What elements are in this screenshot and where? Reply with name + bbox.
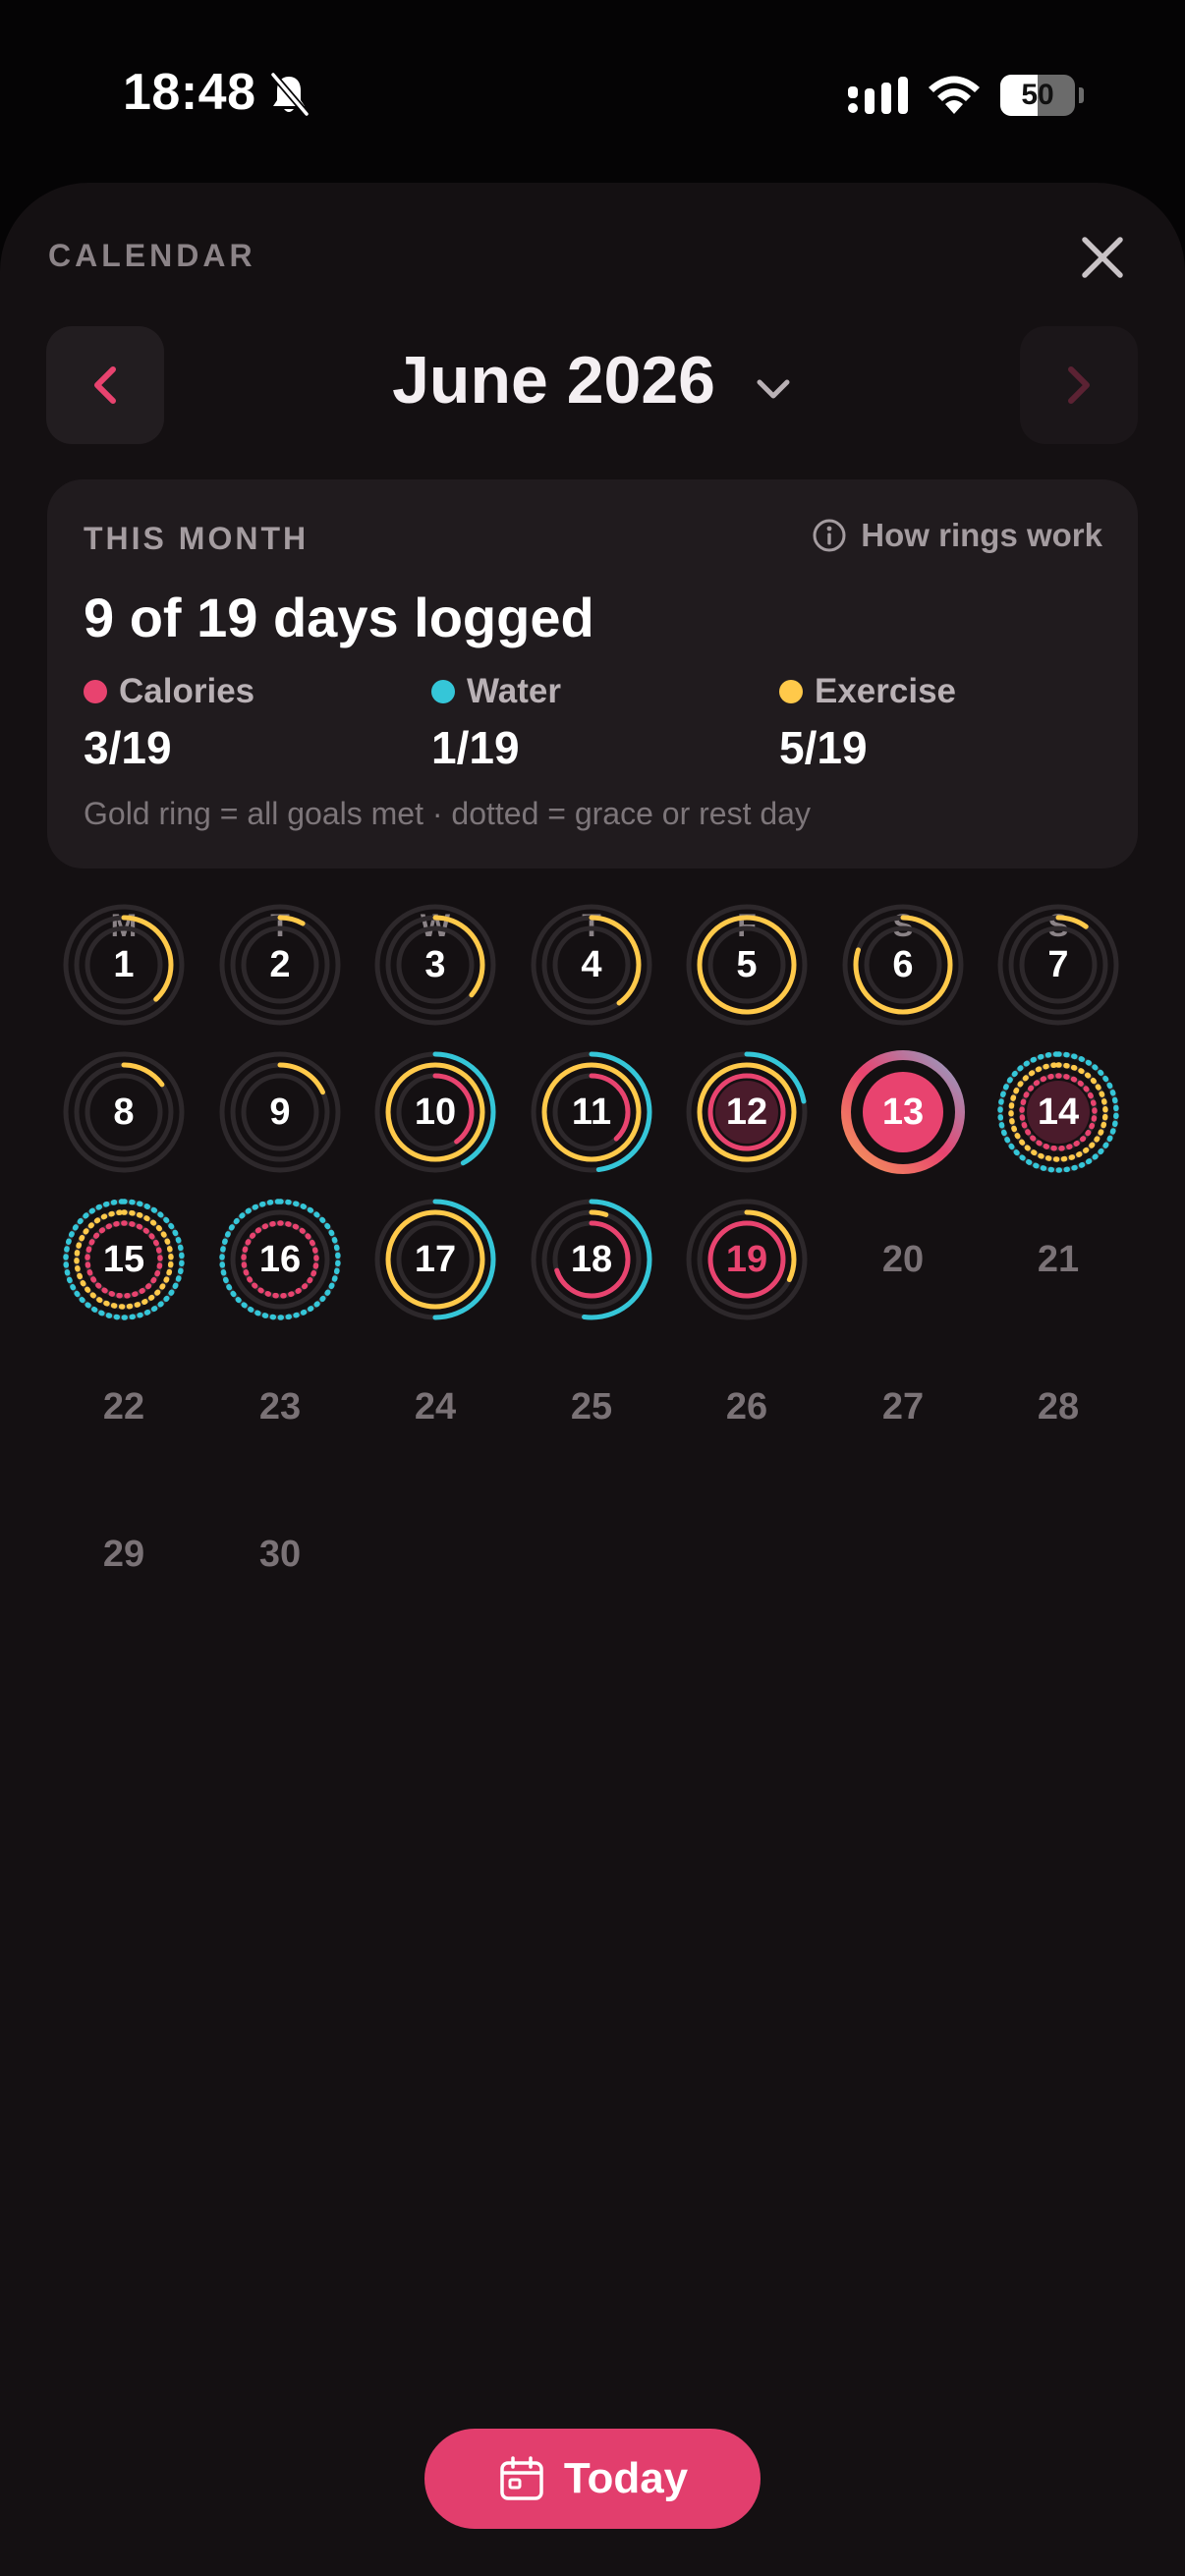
next-month-button[interactable] <box>1020 326 1138 444</box>
day-number: 15 <box>102 1239 145 1280</box>
calendar-day-23: 23 <box>216 1343 344 1471</box>
metric-exercise: Exercise 5/19 <box>779 672 957 773</box>
month-label: June 2026 <box>392 343 715 418</box>
cellular-signal-icon <box>847 77 910 121</box>
close-button[interactable] <box>1075 230 1130 285</box>
calendar-day-9[interactable]: 9 <box>216 1048 344 1176</box>
day-number: 8 <box>113 1092 135 1133</box>
calendar-day-27: 27 <box>839 1343 967 1471</box>
status-time: 18:48 <box>123 64 256 121</box>
calendar-day-28: 28 <box>994 1343 1122 1471</box>
metric-water: Water 1/19 <box>431 672 561 773</box>
summary-note: Gold ring = all goals met · dotted = gra… <box>84 796 811 831</box>
month-summary-card: THIS MONTH How rings work 9 of 19 days l… <box>47 479 1138 868</box>
day-number: 25 <box>570 1386 613 1428</box>
day-number: 28 <box>1037 1386 1080 1428</box>
day-number: 20 <box>881 1239 925 1280</box>
wifi-icon <box>926 71 983 121</box>
summary-headline: 9 of 19 days logged <box>84 587 594 648</box>
bell-muted-icon <box>267 71 310 123</box>
calendar-day-25: 25 <box>528 1343 655 1471</box>
calendar-sheet: CALENDAR June 2026 THIS MONTH How rings … <box>0 183 1185 2576</box>
calendar-day-16[interactable]: 16 <box>216 1196 344 1323</box>
day-number: 11 <box>571 1092 612 1133</box>
water-dot-icon <box>431 680 455 703</box>
calendar-day-12[interactable]: 12 <box>683 1048 811 1176</box>
calendar-day-13[interactable]: 13 <box>839 1048 967 1176</box>
day-number: 27 <box>881 1386 925 1428</box>
calendar-day-18[interactable]: 18 <box>528 1196 655 1323</box>
status-bar: 18:48 50 <box>0 0 1185 187</box>
info-icon <box>813 519 846 552</box>
day-number: 2 <box>269 944 291 985</box>
day-number: 3 <box>424 944 446 985</box>
day-number: 13 <box>881 1092 925 1133</box>
calendar-day-30: 30 <box>216 1490 344 1618</box>
summary-label: THIS MONTH <box>84 521 310 556</box>
calendar-day-22: 22 <box>60 1343 188 1471</box>
today-button-label: Today <box>563 2454 689 2502</box>
day-number: 9 <box>269 1092 291 1133</box>
calendar-day-29: 29 <box>60 1490 188 1618</box>
how-rings-work-link[interactable]: How rings work <box>812 517 1102 554</box>
day-number: 17 <box>414 1239 457 1280</box>
day-number: 30 <box>258 1534 302 1575</box>
today-button[interactable]: Today <box>424 2429 761 2529</box>
day-number: 19 <box>725 1239 768 1280</box>
calendar-day-24: 24 <box>371 1343 499 1471</box>
calendar-day-8[interactable]: 8 <box>60 1048 188 1176</box>
day-number: 23 <box>258 1386 302 1428</box>
day-number: 18 <box>570 1239 613 1280</box>
calendar-day-4[interactable]: 4 <box>528 901 655 1029</box>
calendar-day-19[interactable]: 19 <box>683 1196 811 1323</box>
calendar-day-15[interactable]: 15 <box>60 1196 188 1323</box>
chevron-down-icon <box>754 341 793 418</box>
calendar-day-21: 21 <box>994 1196 1122 1323</box>
day-number: 12 <box>725 1092 768 1133</box>
day-number: 6 <box>892 944 914 985</box>
day-number: 24 <box>414 1386 457 1428</box>
sheet-title: CALENDAR <box>48 238 256 273</box>
exercise-dot-icon <box>779 680 803 703</box>
day-number: 5 <box>736 944 758 985</box>
calendar-day-17[interactable]: 17 <box>371 1196 499 1323</box>
close-icon <box>1082 237 1123 278</box>
day-number: 4 <box>581 944 602 985</box>
day-number: 14 <box>1037 1092 1080 1133</box>
day-number: 16 <box>258 1239 302 1280</box>
calendar-day-3[interactable]: 3 <box>371 901 499 1029</box>
day-number: 26 <box>725 1386 768 1428</box>
calendar-day-10[interactable]: 10 <box>371 1048 499 1176</box>
day-number: 10 <box>414 1092 457 1133</box>
day-number: 21 <box>1037 1239 1080 1280</box>
battery-indicator: 50 <box>1000 75 1084 116</box>
calendar-icon <box>500 2456 543 2500</box>
day-number: 1 <box>113 944 135 985</box>
calendar-day-26: 26 <box>683 1343 811 1471</box>
day-number: 22 <box>102 1386 145 1428</box>
metric-calories: Calories 3/19 <box>84 672 255 773</box>
calendar-day-11[interactable]: 11 <box>528 1048 655 1176</box>
calendar-day-5[interactable]: 5 <box>683 901 811 1029</box>
day-number: 7 <box>1047 944 1069 985</box>
calories-dot-icon <box>84 680 107 703</box>
month-selector[interactable]: June 2026 <box>0 342 1185 419</box>
calendar-day-14[interactable]: 14 <box>994 1048 1122 1176</box>
calendar-day-7[interactable]: 7 <box>994 901 1122 1029</box>
calendar-day-6[interactable]: 6 <box>839 901 967 1029</box>
day-number: 29 <box>102 1534 145 1575</box>
calendar-day-20: 20 <box>839 1196 967 1323</box>
calendar-day-2[interactable]: 2 <box>216 901 344 1029</box>
calendar-day-1[interactable]: 1 <box>60 901 188 1029</box>
chevron-right-icon <box>1068 366 1090 404</box>
